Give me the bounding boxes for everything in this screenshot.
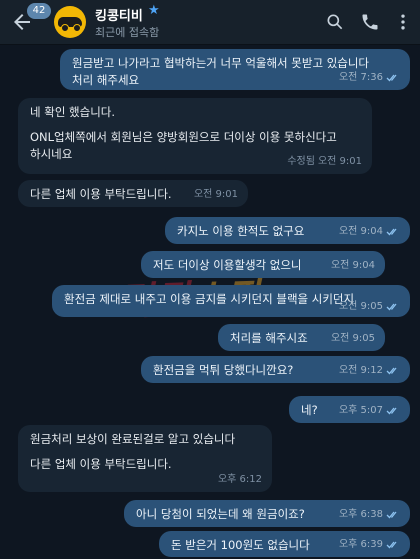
message-time: 오전 9:01: [193, 189, 238, 200]
message-time: 오전 9:05: [338, 301, 383, 312]
message-time: 오전 9:12: [338, 365, 383, 376]
double-check-icon: [386, 74, 397, 82]
message-bubble-outgoing[interactable]: 원금받고 나가라고 협박하는거 너무 억울해서 못받고 있습니다 처리 해주세요…: [60, 49, 410, 90]
star-icon: ★: [148, 3, 160, 18]
message-bubble-incoming[interactable]: 원금처리 보상이 완료된걸로 알고 있습니다 다른 업체 이용 부탁드립니다. …: [18, 425, 272, 492]
message-time: 오전 7:36: [338, 72, 383, 83]
message-bubble-outgoing[interactable]: 환전금을 먹튀 당했다니깐요? 오전 9:12: [141, 356, 410, 383]
double-check-icon: [386, 407, 397, 415]
avatar[interactable]: [54, 6, 86, 38]
double-check-icon: [386, 228, 397, 236]
edited-label: 수정됨: [287, 156, 315, 167]
message-time: 오전 9:01: [317, 156, 362, 167]
message-bubble-outgoing[interactable]: 환전금 제대로 내주고 이용 금지를 시키던지 블랙을 시키던지 오전 9:05: [52, 285, 410, 317]
message-time: 오후 6:39: [338, 539, 383, 550]
message-bubble-outgoing[interactable]: 카지노 이용 한적도 없구요 오전 9:04: [165, 217, 410, 244]
message-time: 오전 9:05: [330, 333, 375, 344]
message-bubble-outgoing[interactable]: 저도 더이상 이용할생각 없으니 오전 9:04: [141, 251, 385, 278]
double-check-icon: [386, 367, 397, 375]
message-bubble-outgoing[interactable]: 돈 받은거 100원도 없습니다 오후 6:39: [159, 531, 410, 557]
message-bubble-incoming[interactable]: 다른 업체 이용 부탁드립니다. 오전 9:01: [18, 180, 248, 207]
chat-header: 42 킹콩티비 ★ 최근에 접속함: [0, 0, 420, 45]
message-time: 오후 6:12: [217, 474, 262, 485]
message-time: 오전 9:04: [330, 260, 375, 271]
message-bubble-outgoing[interactable]: 처리를 해주시죠 오전 9:05: [218, 324, 385, 351]
double-check-icon: [386, 511, 397, 519]
message-time: 오전 9:04: [338, 226, 383, 237]
message-bubble-incoming[interactable]: 네 확인 했습니다. ONL업체쪽에서 회원님은 양방회원으로 더이상 이용 못…: [18, 98, 372, 174]
search-icon[interactable]: [325, 12, 345, 32]
phone-icon[interactable]: [360, 12, 380, 32]
chat-status: 최근에 접속함: [95, 26, 160, 39]
double-check-icon: [386, 541, 397, 549]
message-time: 오후 6:38: [338, 509, 383, 520]
unread-count-badge: 42: [27, 3, 51, 19]
message-time: 오후 5:07: [338, 405, 383, 416]
message-bubble-outgoing[interactable]: 아니 당첨이 되었는데 왜 원금이죠? 오후 6:38: [124, 500, 410, 527]
message-bubble-outgoing[interactable]: 네? 오후 5:07: [289, 396, 410, 423]
more-options-icon[interactable]: [393, 12, 413, 32]
chat-title[interactable]: 킹콩티비: [95, 5, 143, 24]
double-check-icon: [386, 303, 397, 311]
